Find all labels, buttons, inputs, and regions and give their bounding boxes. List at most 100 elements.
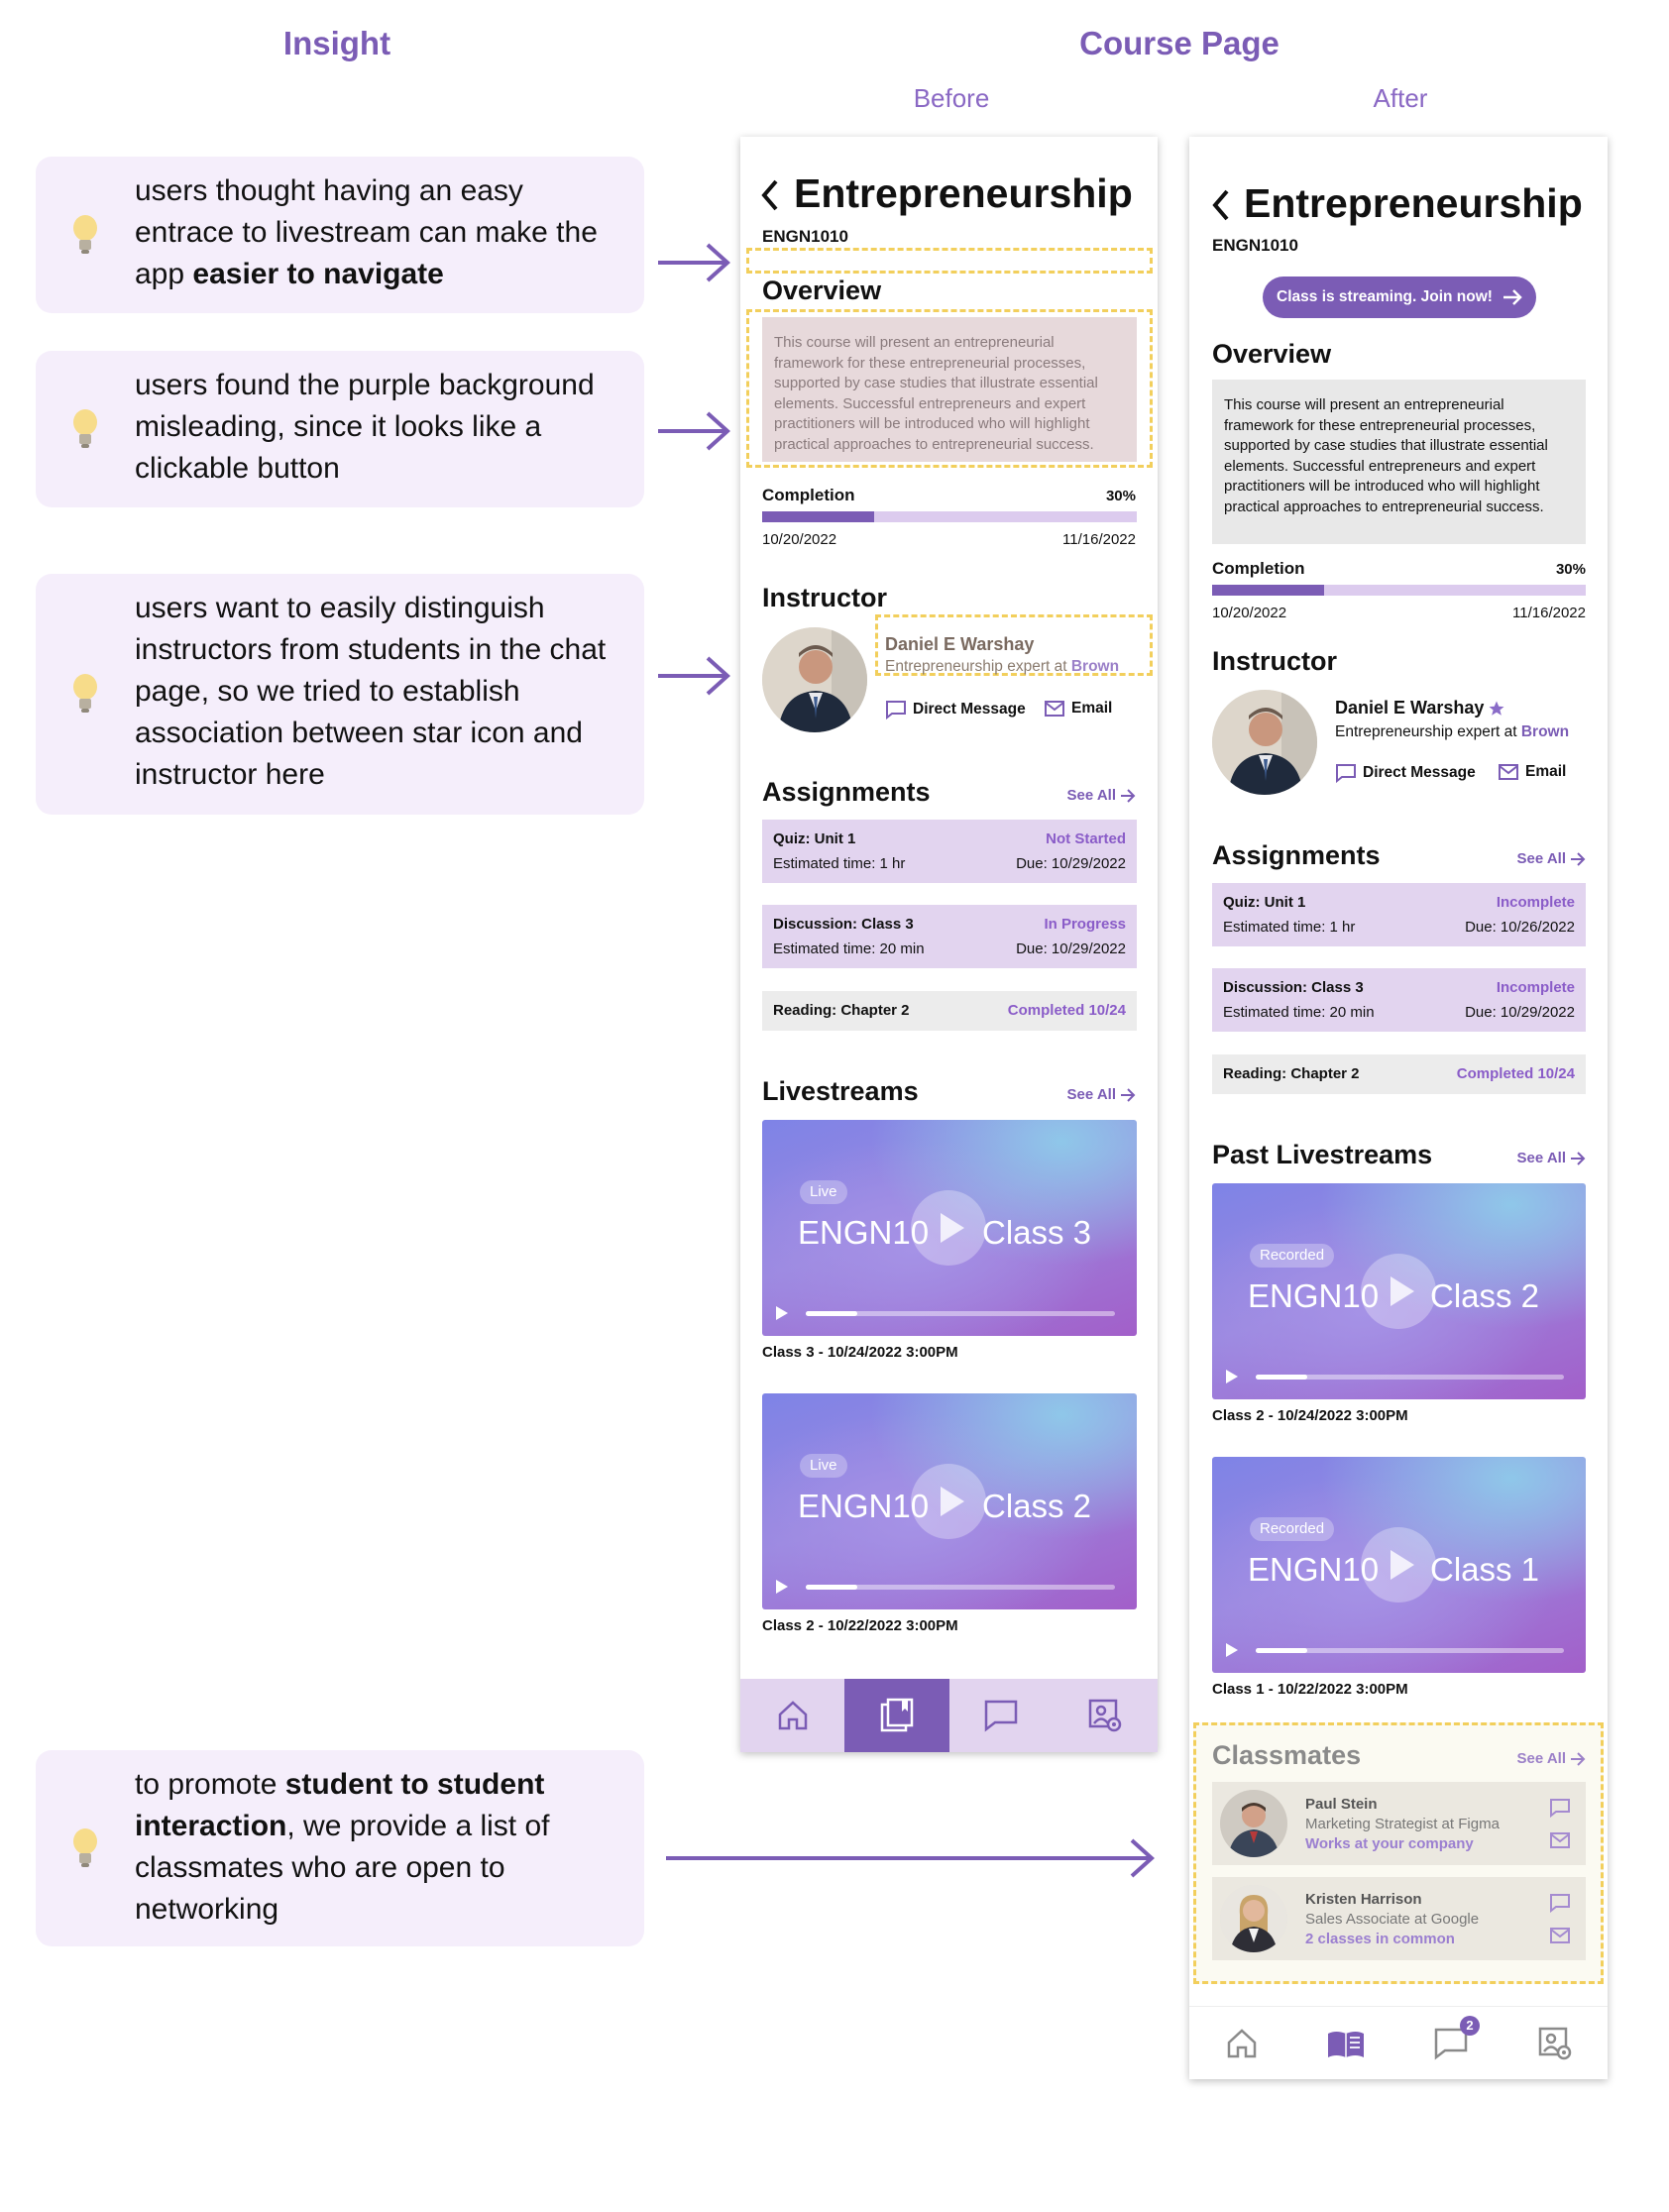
video-title-right: Class 3	[982, 1214, 1092, 1251]
assignment-card-quiz[interactable]: Quiz: Unit 1 Incomplete Estimated time: 1…	[1212, 883, 1586, 946]
direct-message-button[interactable]: Direct Message	[885, 700, 1026, 719]
arrow-right-icon	[1571, 1751, 1586, 1766]
classmate-photo	[1220, 1885, 1287, 1952]
mail-icon[interactable]	[1549, 1831, 1571, 1849]
livestream-video-2[interactable]: Live ENGN10 Class 2	[762, 1393, 1137, 1609]
arrow-right-icon	[658, 656, 730, 696]
before-label: Before	[913, 83, 990, 113]
play-icon[interactable]	[1226, 1370, 1238, 1383]
video-title-left: ENGN10	[1248, 1551, 1380, 1588]
livestreams-see-all[interactable]: See All	[1067, 1086, 1136, 1103]
assignment-card-discussion[interactable]: Discussion: Class 3 Incomplete Estimated …	[1212, 968, 1586, 1032]
course-title: Entrepreneurship	[794, 170, 1133, 216]
classmate-card[interactable]: Kristen Harrison Sales Associate at Goog…	[1212, 1877, 1586, 1960]
arrow-right-icon	[1121, 1087, 1136, 1102]
video-progress-bar[interactable]	[1256, 1375, 1564, 1380]
assignment-time: Estimated time: 1 hr	[1223, 919, 1356, 936]
nav-chat[interactable]: 2	[1398, 2007, 1503, 2079]
play-icon[interactable]	[1226, 1643, 1238, 1657]
back-chevron-icon[interactable]	[760, 178, 780, 212]
play-button-icon[interactable]	[911, 1190, 986, 1266]
overview-text: This course will present an entrepreneur…	[762, 317, 1137, 462]
assignment-card-reading[interactable]: Reading: Chapter 2 Completed 10/24	[1212, 1054, 1586, 1094]
insight-text: to promote	[135, 1768, 285, 1801]
instructor-heading: Instructor	[762, 583, 888, 612]
home-icon	[1227, 2028, 1256, 2057]
nav-chat[interactable]	[949, 1679, 1054, 1752]
play-button-icon[interactable]	[911, 1464, 986, 1539]
insight-heading: Insight	[282, 25, 391, 61]
assignments-heading: Assignments	[762, 777, 931, 807]
nav-courses[interactable]	[844, 1679, 949, 1752]
mail-icon[interactable]	[1549, 1927, 1571, 1944]
chat-icon	[984, 1700, 1018, 1732]
join-stream-label: Class is streaming. Join now!	[1277, 288, 1493, 305]
classmate-name: Paul Stein	[1305, 1796, 1378, 1813]
completion-label: Completion	[762, 486, 855, 504]
insight-text: users want to easily distinguish instruc…	[135, 592, 607, 791]
past-livestreams-heading: Past Livestreams	[1212, 1140, 1433, 1169]
play-icon[interactable]	[776, 1306, 788, 1320]
instructor-org: Brown	[1070, 658, 1120, 675]
nav-home[interactable]	[740, 1679, 844, 1752]
assignment-due: Due: 10/26/2022	[1465, 919, 1575, 936]
before-phone: Entrepreneurship ENGN1010 Overview This …	[740, 137, 1158, 1752]
instructor-name: Daniel E Warshay	[1335, 698, 1505, 719]
video-progress-bar[interactable]	[806, 1585, 1115, 1590]
livestream-video-1[interactable]: Live ENGN10 Class 3	[762, 1120, 1137, 1336]
video-progress-bar[interactable]	[806, 1311, 1115, 1316]
assignments-see-all[interactable]: See All	[1517, 850, 1586, 867]
completion-percent: 30%	[1555, 561, 1586, 578]
livestream-caption: Class 3 - 10/24/2022 3:00PM	[762, 1344, 958, 1361]
direct-message-button[interactable]: Direct Message	[1335, 763, 1476, 783]
assignment-card-quiz[interactable]: Quiz: Unit 1 Not Started Estimated time: …	[762, 820, 1137, 883]
mail-icon	[1045, 701, 1064, 717]
email-button[interactable]: Email	[1498, 763, 1566, 781]
play-button-icon[interactable]	[1361, 1527, 1436, 1603]
chat-icon	[1336, 764, 1356, 783]
assignment-status: Completed 10/24	[1007, 1002, 1126, 1019]
video-title-left: ENGN10	[1248, 1277, 1380, 1314]
nav-home[interactable]	[1189, 2007, 1294, 2079]
livestreams-see-all[interactable]: See All	[1517, 1150, 1586, 1166]
course-page-heading: Course Page	[1079, 25, 1280, 61]
arrow-right-icon	[1571, 851, 1586, 866]
play-button-icon[interactable]	[1361, 1254, 1436, 1329]
assignment-status: Not Started	[1046, 830, 1126, 847]
nav-profile-settings[interactable]	[1503, 2007, 1609, 2079]
play-icon[interactable]	[776, 1580, 788, 1594]
instructor-role: Entrepreneurship expert at Brown	[1335, 723, 1569, 741]
highlight-empty-area	[746, 248, 1153, 274]
recorded-badge: Recorded	[1250, 1244, 1335, 1268]
instructor-role-text: Entrepreneurship expert at	[1335, 723, 1521, 740]
video-title-right: Class 1	[1430, 1551, 1540, 1588]
arrow-right-icon	[1502, 289, 1522, 305]
chat-icon[interactable]	[1549, 1798, 1571, 1818]
see-all-label: See All	[1066, 1086, 1116, 1103]
classmates-see-all[interactable]: See All	[1517, 1750, 1586, 1767]
recorded-video-1[interactable]: Recorded ENGN10 Class 2	[1212, 1183, 1586, 1399]
chat-icon[interactable]	[1549, 1893, 1571, 1913]
email-label: Email	[1071, 700, 1113, 717]
email-button[interactable]: Email	[1044, 700, 1112, 718]
back-chevron-icon[interactable]	[1211, 188, 1231, 222]
assignment-card-discussion[interactable]: Discussion: Class 3 In Progress Estimated…	[762, 905, 1137, 968]
join-stream-button[interactable]: Class is streaming. Join now!	[1263, 276, 1536, 318]
instructor-role-text: Entrepreneurship expert at	[885, 658, 1071, 675]
nav-courses[interactable]	[1294, 2007, 1399, 2079]
assignment-due: Due: 10/29/2022	[1016, 855, 1126, 872]
assignment-card-reading[interactable]: Reading: Chapter 2 Completed 10/24	[762, 991, 1137, 1031]
insight-card-2: users found the purple background mislea…	[36, 351, 644, 507]
classmates-heading: Classmates	[1212, 1740, 1362, 1770]
live-badge: Live	[800, 1454, 847, 1478]
star-icon	[1489, 701, 1504, 716]
recorded-video-2[interactable]: Recorded ENGN10 Class 1	[1212, 1457, 1586, 1673]
instructor-name: Daniel E Warshay	[885, 634, 1035, 654]
video-progress-bar[interactable]	[1256, 1648, 1564, 1653]
classmate-card[interactable]: Paul Stein Marketing Strategist at Figma…	[1212, 1782, 1586, 1865]
open-book-icon	[1328, 2031, 1365, 2057]
see-all-label: See All	[1516, 850, 1566, 867]
nav-profile-settings[interactable]	[1054, 1679, 1158, 1752]
assignments-see-all[interactable]: See All	[1067, 787, 1136, 804]
assignment-status: Incomplete	[1496, 894, 1575, 911]
